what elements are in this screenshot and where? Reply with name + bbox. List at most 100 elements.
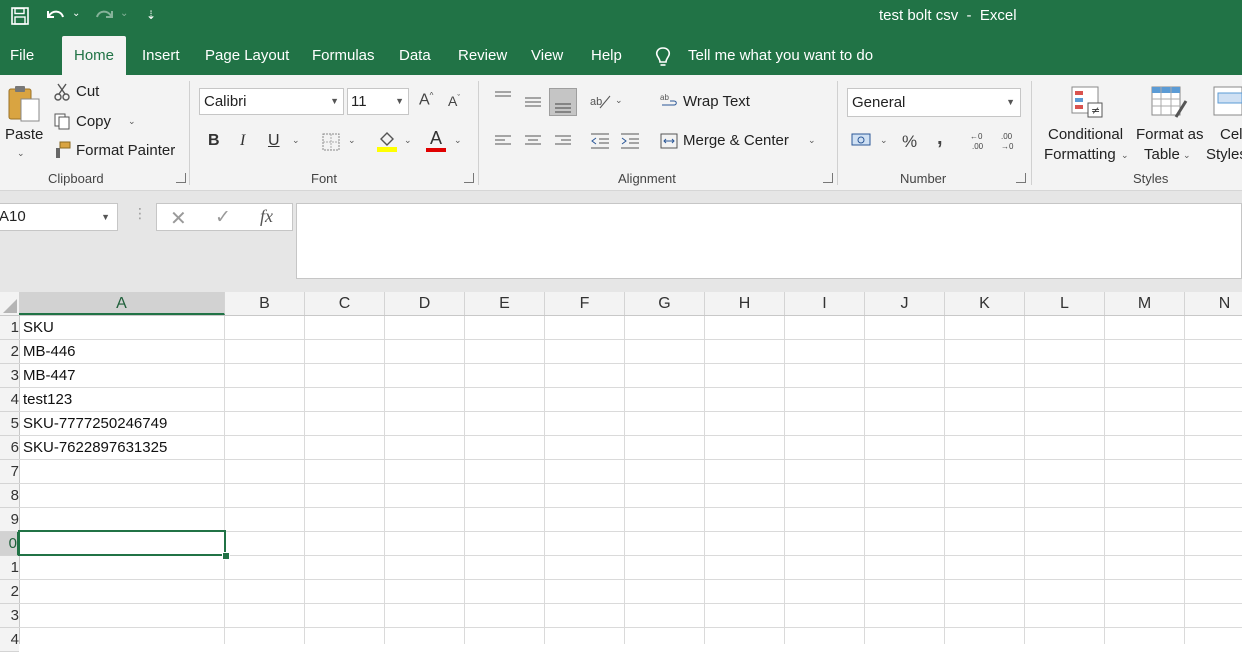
row-header-8[interactable]: 8 bbox=[0, 484, 19, 508]
cut-icon[interactable] bbox=[53, 83, 71, 101]
format-as-table-icon[interactable] bbox=[1150, 85, 1188, 121]
format-painter-icon[interactable] bbox=[53, 141, 71, 159]
comma-style-button[interactable]: , bbox=[937, 127, 943, 150]
format-painter-button[interactable]: Format Painter bbox=[76, 142, 175, 159]
percent-style-button[interactable]: % bbox=[902, 132, 917, 152]
number-format-select[interactable]: General ▼ bbox=[847, 88, 1021, 117]
tab-page-layout[interactable]: Page Layout bbox=[205, 36, 289, 75]
row-header-1[interactable]: 1 bbox=[0, 316, 19, 340]
alignment-dialog-launcher-icon[interactable] bbox=[823, 173, 833, 183]
column-header-l[interactable]: L bbox=[1025, 292, 1105, 315]
column-header-k[interactable]: K bbox=[945, 292, 1025, 315]
confirm-entry-icon[interactable]: ✓ bbox=[215, 206, 231, 229]
tab-data[interactable]: Data bbox=[399, 36, 431, 75]
increase-font-size-icon[interactable]: A^ bbox=[419, 91, 433, 109]
tab-help[interactable]: Help bbox=[591, 36, 622, 75]
undo-icon[interactable] bbox=[44, 5, 68, 25]
clipboard-dialog-launcher-icon[interactable] bbox=[176, 173, 186, 183]
row-header-3[interactable]: 3 bbox=[0, 364, 19, 388]
formula-input[interactable] bbox=[296, 203, 1242, 279]
save-icon[interactable] bbox=[10, 6, 30, 26]
paste-button[interactable]: Paste bbox=[5, 126, 43, 143]
conditional-formatting-label-1[interactable]: Conditional bbox=[1048, 126, 1123, 143]
fill-color-dropdown-icon[interactable]: ⌄ bbox=[404, 135, 412, 146]
row-header-6[interactable]: 6 bbox=[0, 436, 19, 460]
fill-color-icon[interactable] bbox=[376, 130, 398, 152]
bold-button[interactable]: B bbox=[208, 132, 220, 150]
column-header-f[interactable]: F bbox=[545, 292, 625, 315]
font-color-dropdown-icon[interactable]: ⌄ bbox=[454, 135, 462, 146]
select-all-button[interactable] bbox=[0, 292, 20, 315]
tab-review[interactable]: Review bbox=[458, 36, 507, 75]
increase-decimal-icon[interactable]: ←0.00 bbox=[968, 130, 990, 152]
column-header-n[interactable]: N bbox=[1185, 292, 1242, 315]
middle-align-icon[interactable] bbox=[524, 95, 542, 109]
row-header-9[interactable]: 9 bbox=[0, 508, 19, 532]
cell-a4[interactable]: test123 bbox=[23, 388, 72, 412]
top-align-icon[interactable] bbox=[494, 91, 512, 105]
insert-function-icon[interactable]: fx bbox=[260, 206, 273, 227]
font-dialog-launcher-icon[interactable] bbox=[464, 173, 474, 183]
conditional-formatting-icon[interactable]: ≠ bbox=[1070, 85, 1106, 121]
paste-icon[interactable] bbox=[6, 83, 42, 125]
row-header-5[interactable]: 5 bbox=[0, 412, 19, 436]
cancel-entry-icon[interactable]: ✕ bbox=[170, 206, 187, 231]
merge-center-button[interactable]: Merge & Center bbox=[683, 132, 789, 149]
worksheet-grid[interactable]: A B C D E F G H I J K L M N 1 2 3 4 5 6 … bbox=[0, 292, 1242, 652]
row-header-13[interactable]: 3 bbox=[0, 604, 19, 628]
tab-insert[interactable]: Insert bbox=[142, 36, 180, 75]
active-cell-selection[interactable] bbox=[18, 530, 226, 556]
increase-indent-icon[interactable] bbox=[620, 133, 640, 149]
cut-button[interactable]: Cut bbox=[76, 83, 99, 100]
tab-view[interactable]: View bbox=[531, 36, 563, 75]
column-header-b[interactable]: B bbox=[225, 292, 305, 315]
wrap-text-button[interactable]: Wrap Text bbox=[683, 93, 750, 110]
format-as-table-dropdown-icon[interactable]: ⌄ bbox=[1183, 150, 1191, 161]
decrease-font-size-icon[interactable]: Aˇ bbox=[448, 93, 460, 109]
cell-a5[interactable]: SKU-7777250246749 bbox=[23, 412, 167, 436]
column-header-g[interactable]: G bbox=[625, 292, 705, 315]
conditional-formatting-dropdown-icon[interactable]: ⌄ bbox=[1121, 150, 1129, 161]
align-right-icon[interactable] bbox=[554, 134, 572, 148]
accounting-format-icon[interactable] bbox=[851, 132, 873, 150]
format-as-table-label-2[interactable]: Table bbox=[1144, 146, 1180, 163]
decrease-indent-icon[interactable] bbox=[590, 133, 610, 149]
orientation-icon[interactable]: ab bbox=[590, 92, 612, 110]
orientation-dropdown-icon[interactable]: ⌄ bbox=[615, 95, 623, 106]
copy-icon[interactable] bbox=[53, 112, 71, 130]
cell-styles-icon[interactable] bbox=[1212, 85, 1242, 121]
font-color-button[interactable]: A bbox=[426, 128, 446, 149]
cell-a2[interactable]: MB-446 bbox=[23, 340, 76, 364]
cell-a3[interactable]: MB-447 bbox=[23, 364, 76, 388]
tell-me-search[interactable]: Tell me what you want to do bbox=[688, 36, 873, 75]
underline-button[interactable]: U bbox=[268, 132, 280, 150]
customize-qat-icon[interactable]: ⇣ bbox=[146, 8, 156, 22]
font-name-select[interactable]: Calibri ▼ bbox=[199, 88, 344, 115]
bottom-align-button[interactable] bbox=[549, 88, 577, 116]
copy-button[interactable]: Copy bbox=[76, 113, 111, 130]
column-header-d[interactable]: D bbox=[385, 292, 465, 315]
row-header-2[interactable]: 2 bbox=[0, 340, 19, 364]
italic-button[interactable]: I bbox=[240, 132, 245, 150]
paste-dropdown-icon[interactable]: ⌄ bbox=[17, 148, 25, 159]
borders-dropdown-icon[interactable]: ⌄ bbox=[348, 135, 356, 146]
decrease-decimal-icon[interactable]: .00 →0 bbox=[998, 130, 1020, 152]
tab-formulas[interactable]: Formulas bbox=[312, 36, 375, 75]
row-header-14[interactable]: 4 bbox=[0, 628, 19, 652]
row-header-11[interactable]: 1 bbox=[0, 556, 19, 580]
column-header-m[interactable]: M bbox=[1105, 292, 1185, 315]
cell-a1[interactable]: SKU bbox=[23, 316, 54, 340]
font-size-select[interactable]: 11 ▼ bbox=[347, 88, 409, 115]
cell-a6[interactable]: SKU-7622897631325 bbox=[23, 436, 167, 460]
align-left-icon[interactable] bbox=[494, 134, 512, 148]
row-header-10[interactable]: 0 bbox=[0, 532, 19, 556]
borders-icon[interactable] bbox=[322, 133, 340, 151]
wrap-text-icon[interactable]: ab bbox=[660, 92, 678, 110]
tab-file[interactable]: File bbox=[10, 36, 50, 75]
row-header-7[interactable]: 7 bbox=[0, 460, 19, 484]
row-header-4[interactable]: 4 bbox=[0, 388, 19, 412]
accounting-dropdown-icon[interactable]: ⌄ bbox=[880, 135, 888, 146]
column-header-h[interactable]: H bbox=[705, 292, 785, 315]
cell-styles-label-1[interactable]: Cel bbox=[1220, 126, 1242, 143]
row-header-12[interactable]: 2 bbox=[0, 580, 19, 604]
